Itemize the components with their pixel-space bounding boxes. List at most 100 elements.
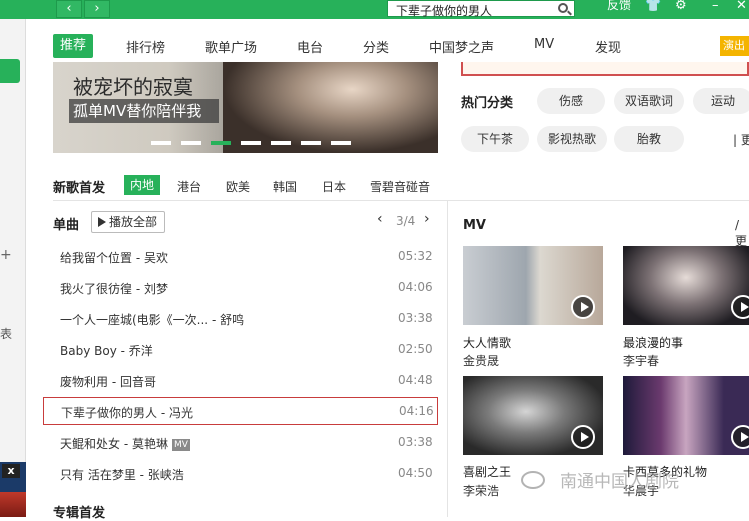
song-row[interactable]: 一个人一座城(电影《一次... - 舒鸣 03:38	[43, 305, 438, 333]
tag-prenatal[interactable]: 胎教	[614, 126, 684, 152]
mv-thumbnail[interactable]	[463, 376, 603, 455]
hot-more-link[interactable]: | 更	[733, 131, 749, 148]
song-duration: 05:32	[398, 249, 433, 263]
song-row[interactable]: 废物利用 - 回音哥 04:48	[43, 367, 438, 395]
mv-name[interactable]: 喜剧之王	[463, 463, 511, 480]
tag-bilingual[interactable]: 双语歌词	[614, 88, 684, 114]
carousel-dot[interactable]	[301, 141, 321, 145]
tab-playlists[interactable]: 歌单广场	[205, 37, 257, 56]
play-icon[interactable]	[571, 425, 595, 449]
song-row[interactable]: 只有 活在梦里 - 张峡浩 04:50	[43, 460, 438, 488]
mv-artist[interactable]: 李荣浩	[463, 482, 499, 499]
hot-categories-title: 热门分类	[461, 96, 514, 111]
tag-afternoon-tea[interactable]: 下午茶	[461, 126, 529, 152]
tag-sad[interactable]: 伤感	[537, 88, 605, 114]
search-value: 下辈子做你的男人	[396, 4, 493, 18]
close-icon[interactable]: ✕	[736, 0, 747, 13]
mv-name[interactable]: 大人情歌	[463, 334, 511, 351]
divider	[53, 200, 749, 201]
singles-title: 单曲	[53, 218, 80, 233]
song-title: 天鲲和处女 - 莫艳琳	[60, 437, 168, 451]
carousel-dot[interactable]	[271, 141, 291, 145]
forward-button[interactable]: ›	[84, 0, 110, 18]
tab-mv[interactable]: MV	[534, 37, 554, 52]
new-songs-title: 新歌首发	[53, 181, 106, 196]
mv-thumbnail[interactable]	[623, 246, 749, 325]
divider	[447, 201, 448, 517]
album-title: 专辑首发	[53, 506, 106, 521]
song-name: 只有 活在梦里 - 张峡浩	[60, 468, 184, 482]
song-name: 天鲲和处女 - 莫艳琳 MV	[60, 435, 190, 452]
song-row[interactable]: 给我留个位置 - 吴欢 05:32	[43, 243, 438, 271]
page-indicator: 3/4	[396, 214, 416, 228]
shirt-icon[interactable]: 👕	[645, 0, 661, 13]
mv-artist[interactable]: 李宇春	[623, 352, 659, 369]
tab-radio[interactable]: 电台	[297, 37, 323, 56]
region-western[interactable]: 欧美	[226, 178, 250, 195]
search-icon[interactable]	[558, 3, 568, 13]
play-icon[interactable]	[571, 295, 595, 319]
carousel-dot[interactable]	[331, 141, 351, 145]
search-input[interactable]: 下辈子做你的男人	[387, 0, 575, 18]
tab-recommend[interactable]: 推荐	[53, 34, 93, 58]
tab-china-dream[interactable]: 中国梦之声	[429, 37, 494, 56]
banner-subtitle: 孤单MV替你陪伴我	[69, 99, 219, 123]
minimize-icon[interactable]: –	[712, 0, 719, 13]
mv-section-title: MV	[463, 218, 486, 233]
concert-button[interactable]: 演出	[720, 36, 749, 56]
song-row[interactable]: 我火了很彷徨 - 刘梦 04:06	[43, 274, 438, 302]
sidebar-label: 表	[0, 327, 13, 341]
song-duration: 03:38	[398, 435, 433, 449]
sidebar-ad-thumbnail[interactable]: x	[0, 462, 26, 517]
carousel-dot[interactable]	[151, 141, 171, 145]
region-japan[interactable]: 日本	[322, 178, 346, 195]
carousel-dot[interactable]	[241, 141, 261, 145]
mv-name[interactable]: 最浪漫的事	[623, 334, 683, 351]
play-icon	[98, 217, 106, 227]
prev-page-icon[interactable]: ‹	[377, 211, 383, 227]
carousel-dot[interactable]	[211, 141, 231, 145]
add-icon[interactable]: +	[0, 247, 12, 263]
ad-close-icon[interactable]: x	[2, 464, 20, 478]
banner-carousel[interactable]: 被宠坏的寂寞 孤单MV替你陪伴我	[53, 62, 438, 153]
region-hk-tw[interactable]: 港台	[177, 178, 201, 195]
gear-icon[interactable]: ⚙	[675, 0, 687, 13]
region-mainland[interactable]: 内地	[124, 175, 160, 195]
mv-thumbnail[interactable]	[463, 246, 603, 325]
region-sprite[interactable]: 雪碧音碰音	[370, 178, 430, 195]
play-icon[interactable]	[731, 425, 749, 449]
tag-movie-hits[interactable]: 影视热歌	[537, 126, 607, 152]
song-row[interactable]: 天鲲和处女 - 莫艳琳 MV 03:38	[43, 429, 438, 457]
song-name: 给我留个位置 - 吴欢	[60, 251, 168, 265]
mv-badge[interactable]: MV	[171, 439, 190, 451]
song-duration: 04:50	[398, 466, 433, 480]
region-korea[interactable]: 韩国	[273, 178, 297, 195]
play-icon[interactable]	[731, 295, 749, 319]
feedback-link[interactable]: 反馈	[607, 0, 631, 11]
ad-image	[0, 492, 26, 517]
banner-headline: 被宠坏的寂寞	[73, 75, 193, 99]
wechat-icon	[521, 471, 545, 489]
tab-charts[interactable]: 排行榜	[126, 37, 165, 56]
song-duration: 04:16	[399, 404, 434, 418]
song-row-selected[interactable]: 下辈子做你的男人 - 冯光 04:16	[43, 397, 438, 425]
song-duration: 03:38	[398, 311, 433, 325]
mv-artist[interactable]: 金贵晟	[463, 352, 499, 369]
song-row[interactable]: Baby Boy - 乔洋 02:50	[43, 336, 438, 364]
song-duration: 04:48	[398, 373, 433, 387]
mv-more-link[interactable]: /更	[735, 218, 749, 249]
next-page-icon[interactable]: ›	[424, 211, 430, 227]
side-banner[interactable]	[461, 62, 749, 76]
carousel-dot[interactable]	[181, 141, 201, 145]
back-button[interactable]: ‹	[56, 0, 82, 18]
song-name: 一个人一座城(电影《一次... - 舒鸣	[60, 313, 245, 327]
sidebar-active-item[interactable]	[0, 59, 20, 83]
tag-sports[interactable]: 运动	[693, 88, 749, 114]
tab-discover[interactable]: 发现	[595, 37, 621, 56]
tab-category[interactable]: 分类	[363, 37, 389, 56]
sidebar: + 表 x	[0, 19, 26, 517]
top-nav: 推荐 排行榜 歌单广场 电台 分类 中国梦之声 MV 发现 演出	[27, 31, 749, 61]
play-all-button[interactable]: 播放全部	[91, 211, 165, 233]
song-name: 废物利用 - 回音哥	[60, 375, 156, 389]
mv-thumbnail[interactable]	[623, 376, 749, 455]
